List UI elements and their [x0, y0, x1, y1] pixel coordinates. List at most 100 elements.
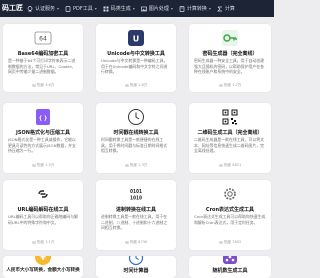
key-icon	[221, 29, 239, 47]
nav-label: 图片处理	[148, 6, 169, 12]
tool-card-json[interactable]: { } JSON格式化与压缩工具 JSON格式化是一种工具或操作，它能以更具可读…	[3, 103, 83, 173]
tool-description: 进制转换工具是一款在线工具，用于在二进制、八进制、十进制和十六进制之间相互转换。	[101, 214, 168, 231]
svg-text:1010: 1010	[130, 196, 142, 202]
tool-views: 热度 1.2万	[189, 83, 271, 88]
tool-views-count: 热度 1.8万	[129, 83, 148, 87]
tool-title: 二维码生成工具（完全离线）	[197, 130, 263, 136]
tool-description: URL编码工具可以帮助你正确地编码与解码URL中的特殊字符和中文。	[8, 214, 78, 225]
yuan-icon: ¥	[34, 256, 52, 266]
tool-description: Unicode与中文转换是一种编码工具，用于在Unicode编码和中文字符之间进…	[101, 58, 168, 75]
tool-title: 密码生成器（完全离线）	[202, 51, 258, 57]
main-nav: 认证服务 ▾ PDF工具 ▾ 码类生成 ▾ 图片处理 ▾ 计算转换 ▾ 计算	[27, 0, 241, 17]
tool-description: 时间戳转换工具是一款便捷的在线工具，用于将时间戳与标准日期时间格式相互转换。	[101, 137, 168, 154]
tool-card-unicode[interactable]: U Unicode与中文转换工具 Unicode与中文转换是一种编码工具，用于在…	[96, 24, 176, 92]
tool-views-count: 热度 1.3万	[129, 163, 148, 167]
tool-card-base64[interactable]: 64 Base64编码加密工具 是一种基于64个可打印字符来表示二进制数据的方法…	[3, 24, 83, 92]
qrcode-icon	[221, 108, 239, 126]
nav-item-pdf[interactable]: PDF工具 ▾	[65, 5, 97, 12]
tool-card-password[interactable]: 密码生成器（完全离线） 密码生成器一种安全工具，用于自动创建强大且随机的密码，以…	[189, 24, 271, 92]
nav-item-certification[interactable]: 认证服务 ▾	[27, 5, 59, 12]
tool-views: 热度 8730	[96, 240, 176, 245]
eye-icon	[218, 240, 223, 244]
chevron-down-icon: ▾	[94, 6, 97, 11]
tool-title: Base64编码加密工具	[17, 51, 69, 57]
clock-icon	[127, 108, 145, 126]
tool-card-cron[interactable]: Cron表达式生成工具 Cron表达式生成工具可以帮助你快速生成和解析Cron表…	[189, 180, 271, 250]
eye-icon	[31, 163, 36, 167]
top-nav-bar: 码工匠 认证服务 ▾ PDF工具 ▾ 码类生成 ▾ 图片处理 ▾ 计算转换 ▾	[0, 0, 274, 17]
tool-title: 时间计算器	[123, 268, 149, 274]
tool-views: 热度 1.3万	[96, 163, 176, 168]
tool-title: URL编码解码在线工具	[17, 207, 69, 213]
tool-card-url[interactable]: URL编码解码在线工具 URL编码工具可以帮助你正确地编码与解码URL中的特殊字…	[3, 180, 83, 250]
tool-title: 时间戳在线转换工具	[113, 130, 159, 136]
tool-views-count: 热度 8730	[129, 240, 148, 244]
json-icon: { }	[34, 108, 52, 126]
eye-icon	[31, 83, 36, 87]
tool-title: 进制转换在线工具	[115, 207, 156, 213]
unicode-icon: U	[127, 29, 145, 47]
svg-text:U: U	[133, 35, 140, 44]
svg-text:¥: ¥	[40, 256, 46, 262]
tool-views: 热度 1.1万	[3, 240, 83, 245]
tool-title: Cron表达式生成工具	[205, 207, 255, 213]
eye-icon	[124, 163, 129, 167]
calculator-icon	[179, 5, 185, 12]
tool-title: JSON格式化与压缩工具	[16, 130, 70, 136]
nav-label: PDF工具	[73, 6, 93, 12]
nav-item-image[interactable]: 图片处理 ▾	[140, 5, 173, 12]
tool-description: 二维码生成器是一款在线工具，可以将文本、网址等信息快速生成二维码图片，完全离线处…	[194, 137, 265, 154]
tool-description: Cron表达式生成工具可以帮助你快速生成和解析Cron表达式，用于定时任务。	[194, 214, 266, 225]
eye-icon	[218, 163, 223, 167]
pdf-icon	[65, 5, 71, 12]
tool-views: 热度 7652	[189, 240, 271, 245]
tool-views-count: 热度 7652	[223, 240, 242, 244]
eye-icon	[31, 240, 36, 244]
eye-icon	[218, 83, 223, 87]
tool-views: 热度 9821	[189, 163, 271, 168]
tool-title: 随机数生成工具	[212, 268, 248, 274]
code-icon	[103, 6, 109, 12]
nav-label: 认证服务	[35, 6, 56, 12]
eye-icon	[124, 83, 129, 87]
tool-views-count: 热度 1.5万	[36, 163, 55, 167]
gear-icon	[221, 185, 239, 203]
nav-label: 计算	[224, 6, 235, 12]
tool-title: 人民币大小写转换，金额大小写转换	[6, 268, 80, 273]
tool-card-timestamp[interactable]: 时间戳在线转换工具 时间戳转换工具是一款便捷的在线工具，用于将时间戳与标准日期时…	[96, 103, 176, 173]
chevron-down-icon: ▾	[132, 6, 135, 11]
tool-views-count: 热度 9821	[223, 163, 242, 167]
tool-card-rmb[interactable]: ¥ 人民币大小写转换，金额大小写转换	[3, 256, 83, 278]
tool-views-count: 热度 1.1万	[36, 240, 55, 244]
binary-icon: 0101 1010	[127, 185, 145, 203]
svg-text:0101: 0101	[130, 189, 142, 195]
tool-views-count: 热度 3.6万	[36, 83, 55, 87]
tool-views: 热度 1.8万	[96, 83, 176, 88]
site-logo[interactable]: 码工匠	[2, 3, 23, 13]
nav-item-code[interactable]: 码类生成 ▾	[103, 5, 135, 12]
tool-card-time-calc[interactable]: 时间计算器	[96, 256, 176, 278]
tool-views: 热度 3.6万	[3, 83, 83, 88]
tool-description: 密码生成器一种安全工具，用于自动创建强大且随机的密码，以帮助保护用户在各种在线账…	[194, 58, 265, 75]
tool-description: 是一种基于64个可打印字符来表示二进制数据的方法，常见于URL、Cookie、网…	[8, 58, 76, 75]
nav-item-calc[interactable]: 计算	[217, 5, 235, 12]
url-icon	[34, 185, 52, 203]
nav-label: 计算转换	[186, 6, 207, 12]
tool-views-count: 热度 1.2万	[223, 83, 242, 87]
tool-description: JSON格式化是一种工具或操作，它能以更具可读性的方式展示JSON数据，并支持压…	[8, 137, 76, 154]
tool-card-qrcode[interactable]: 二维码生成工具（完全离线） 二维码生成器是一款在线工具，可以将文本、网址等信息快…	[189, 103, 271, 173]
badge-icon	[27, 5, 33, 12]
chevron-down-icon: ▾	[208, 6, 211, 11]
dice-icon	[221, 256, 239, 266]
tool-card-radix[interactable]: 0101 1010 进制转换在线工具 进制转换工具是一款在线工具，用于在二进制、八…	[96, 180, 176, 250]
sigma-icon	[217, 6, 223, 12]
nav-label: 码类生成	[110, 6, 131, 12]
svg-text:{ }: { }	[39, 116, 48, 122]
chevron-down-icon: ▾	[170, 6, 173, 11]
tool-views: 热度 1.5万	[3, 163, 83, 168]
nav-item-convert[interactable]: 计算转换 ▾	[179, 5, 211, 12]
eye-icon	[124, 240, 129, 244]
image-icon	[140, 6, 147, 12]
tool-card-random[interactable]: 随机数生成工具	[189, 256, 271, 278]
timer-icon	[127, 256, 145, 266]
